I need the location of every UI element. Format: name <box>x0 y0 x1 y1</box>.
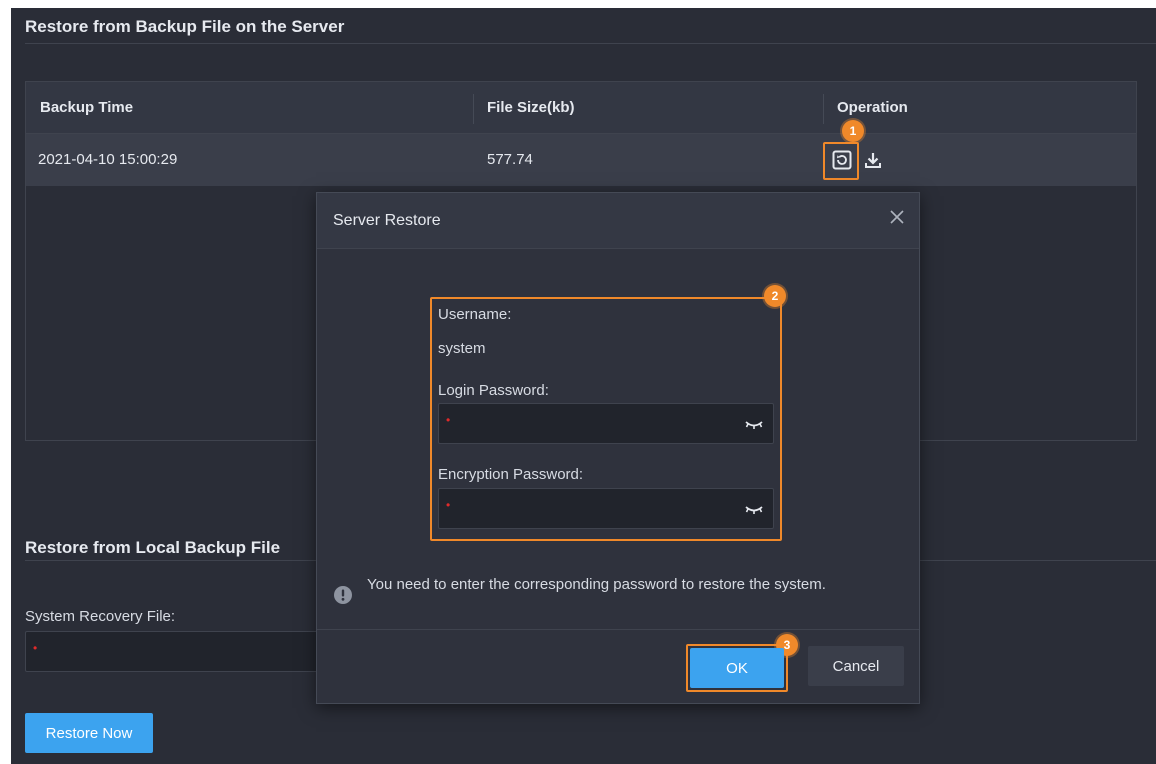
table-header: Backup Time File Size(kb) Operation <box>26 82 1136 134</box>
encryption-password-field[interactable]: • <box>438 488 774 529</box>
login-password-label: Login Password: <box>438 382 549 399</box>
required-marker: • <box>446 498 451 512</box>
encryption-password-label: Encryption Password: <box>438 466 584 483</box>
local-section-title: Restore from Local Backup File <box>25 538 281 557</box>
restore-hint-text: You need to enter the corresponding pass… <box>367 576 826 593</box>
cancel-button[interactable]: Cancel <box>808 646 904 686</box>
dialog-footer: 3 OK Cancel <box>317 629 919 703</box>
download-icon[interactable] <box>862 149 884 171</box>
server-section-title: Restore from Backup File on the Server <box>25 17 345 36</box>
username-value: system <box>438 340 486 357</box>
restore-now-button[interactable]: Restore Now <box>25 713 153 753</box>
server-restore-dialog: Server Restore 2 Username: system Login … <box>316 192 920 704</box>
backup-time-cell: 2021-04-10 15:00:29 <box>38 151 178 168</box>
eye-closed-icon[interactable] <box>745 502 763 521</box>
info-icon <box>333 585 353 605</box>
dialog-title: Server Restore <box>333 212 441 229</box>
callout-badge: 2 <box>764 285 786 307</box>
section-divider <box>25 43 1156 44</box>
ok-button[interactable]: OK <box>690 648 784 688</box>
callout-badge: 1 <box>842 120 864 142</box>
system-recovery-file-input[interactable]: • <box>25 631 325 672</box>
username-label: Username: <box>438 306 512 323</box>
column-header-operation: Operation <box>837 99 908 116</box>
callout-highlight-restore <box>823 142 859 180</box>
column-header-backup-time: Backup Time <box>40 99 134 116</box>
login-password-field[interactable]: • <box>438 403 774 444</box>
eye-closed-icon[interactable] <box>745 417 763 436</box>
required-marker: • <box>446 413 451 427</box>
table-row[interactable]: 2021-04-10 15:00:29 577.74 <box>26 134 1136 186</box>
close-icon[interactable] <box>887 207 907 227</box>
required-marker: • <box>33 641 38 655</box>
column-separator <box>473 94 474 124</box>
column-header-file-size: File Size(kb) <box>487 99 575 116</box>
dialog-header: Server Restore <box>317 193 919 249</box>
file-size-cell: 577.74 <box>487 151 533 168</box>
system-recovery-file-label: System Recovery File: <box>25 608 176 625</box>
column-separator <box>823 94 824 124</box>
